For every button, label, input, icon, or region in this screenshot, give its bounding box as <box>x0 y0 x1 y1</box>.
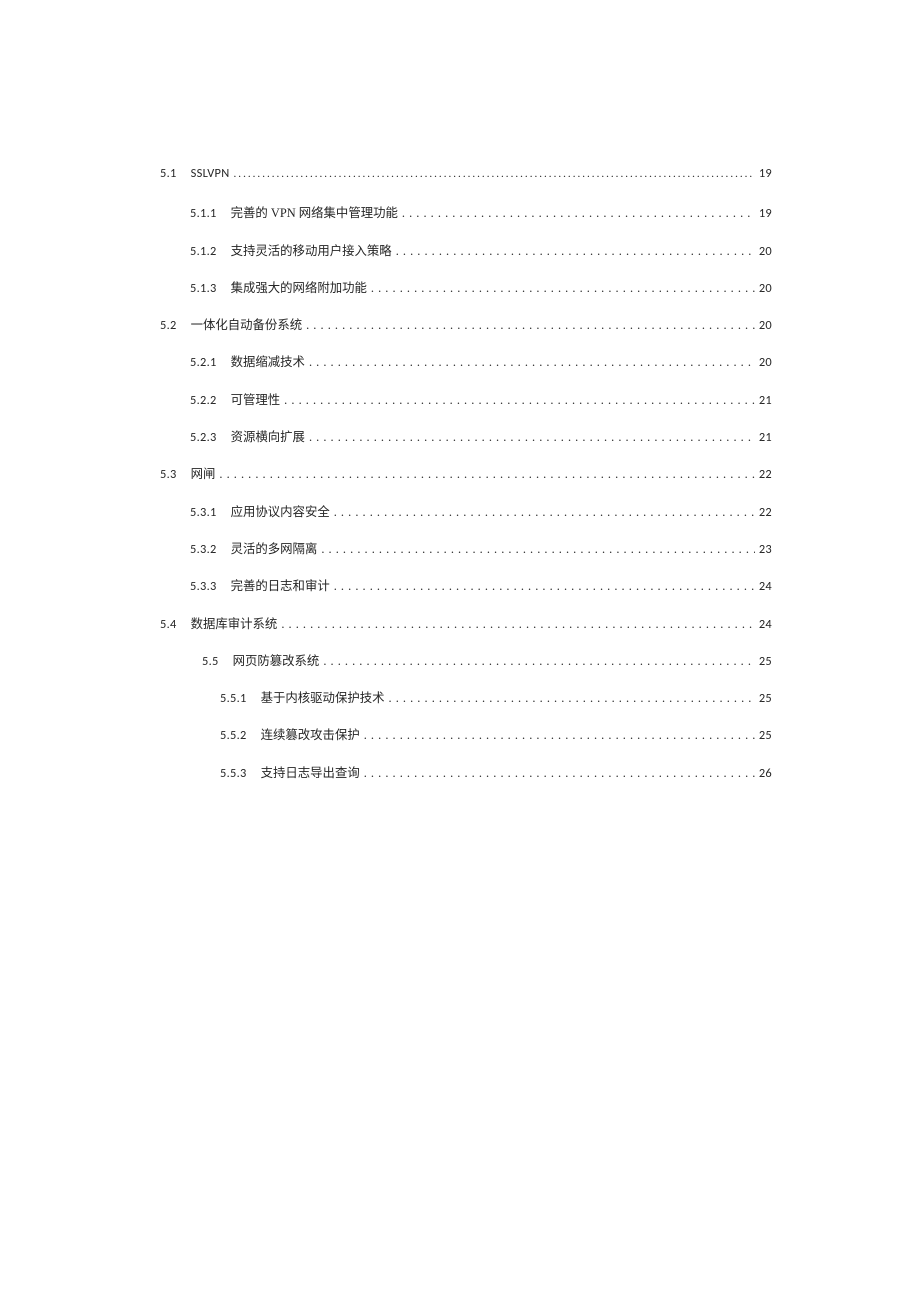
toc-page: 19 <box>759 206 772 221</box>
toc-page: 19 <box>759 166 772 181</box>
toc-title: 支持日志导出查询 <box>261 763 360 781</box>
toc-page: 20 <box>759 355 772 370</box>
toc-title: 网页防篡改系统 <box>233 651 320 669</box>
toc-entry-5-3[interactable]: 5.3 网闸 . . . . . . . . . . . . . . . . .… <box>160 464 772 501</box>
toc-page: 24 <box>759 579 772 594</box>
toc-entry-5-2[interactable]: 5.2 一体化自动备份系统 . . . . . . . . . . . . . … <box>160 315 772 352</box>
toc-entry-5-3-3[interactable]: 5.3.3 完善的日志和审计 . . . . . . . . . . . . .… <box>190 576 772 613</box>
toc-leader: . . . . . . . . . . . . . . . . . . . . … <box>364 728 755 743</box>
toc-entry-5-1-2[interactable]: 5.1.2 支持灵活的移动用户接入策略 . . . . . . . . . . … <box>190 241 772 278</box>
toc-leader: . . . . . . . . . . . . . . . . . . . . … <box>219 467 754 482</box>
toc-label: 5.3 <box>160 467 177 482</box>
toc-label: 5.3.3 <box>190 579 217 594</box>
toc-page: 21 <box>759 430 772 445</box>
toc-leader: ........................................… <box>234 167 755 180</box>
toc-leader: . . . . . . . . . . . . . . . . . . . . … <box>284 393 755 408</box>
toc-leader: . . . . . . . . . . . . . . . . . . . . … <box>281 617 755 632</box>
toc-page: 20 <box>759 318 772 333</box>
toc-page: 24 <box>759 617 772 632</box>
toc-title: 完善的日志和审计 <box>231 576 330 594</box>
toc-leader: . . . . . . . . . . . . . . . . . . . . … <box>323 654 755 669</box>
toc-leader: . . . . . . . . . . . . . . . . . . . . … <box>402 206 755 221</box>
toc-title: 连续篡改攻击保护 <box>261 725 360 743</box>
toc-label: 5.1.3 <box>190 281 217 296</box>
toc-title: 可管理性 <box>231 390 281 408</box>
toc-page: 25 <box>759 654 772 669</box>
toc-label: 5.1.1 <box>190 206 217 221</box>
toc-page: 23 <box>759 542 772 557</box>
toc-title: 数据库审计系统 <box>191 614 278 632</box>
toc-leader: . . . . . . . . . . . . . . . . . . . . … <box>306 318 755 333</box>
toc-title: 基于内核驱动保护技术 <box>261 688 385 706</box>
toc-page: 22 <box>759 505 772 520</box>
toc-leader: . . . . . . . . . . . . . . . . . . . . … <box>334 579 755 594</box>
toc-leader: . . . . . . . . . . . . . . . . . . . . … <box>321 542 754 557</box>
toc-title: 资源横向扩展 <box>231 427 305 445</box>
toc-leader: . . . . . . . . . . . . . . . . . . . . … <box>309 355 755 370</box>
toc-entry-5-2-1[interactable]: 5.2.1 数据缩减技术 . . . . . . . . . . . . . .… <box>190 352 772 389</box>
toc-title: SSLVPN <box>191 166 230 181</box>
toc-entry-5-5-2[interactable]: 5.5.2 连续篡改攻击保护 . . . . . . . . . . . . .… <box>220 725 772 762</box>
toc-page: 25 <box>759 691 772 706</box>
toc-label: 5.1.2 <box>190 244 217 259</box>
toc-label: 5.2.3 <box>190 430 217 445</box>
toc-label: 5.5 <box>202 654 219 669</box>
toc-label: 5.5.1 <box>220 691 247 706</box>
toc-label: 5.3.1 <box>190 505 217 520</box>
toc-entry-5-1-1[interactable]: 5.1.1 完善的 VPN 网络集中管理功能 . . . . . . . . .… <box>190 203 772 240</box>
toc-label: 5.5.3 <box>220 766 247 781</box>
toc-label: 5.2 <box>160 318 177 333</box>
toc-entry-5-1-3[interactable]: 5.1.3 集成强大的网络附加功能 . . . . . . . . . . . … <box>190 278 772 315</box>
toc-entry-5-2-2[interactable]: 5.2.2 可管理性 . . . . . . . . . . . . . . .… <box>190 390 772 427</box>
toc-leader: . . . . . . . . . . . . . . . . . . . . … <box>364 766 755 781</box>
toc-entry-5-3-2[interactable]: 5.3.2 灵活的多网隔离 . . . . . . . . . . . . . … <box>190 539 772 576</box>
toc-title: 网闸 <box>191 464 216 482</box>
toc-entry-5-5-3[interactable]: 5.5.3 支持日志导出查询 . . . . . . . . . . . . .… <box>220 763 772 800</box>
toc-title: 一体化自动备份系统 <box>191 315 303 333</box>
toc-page: 25 <box>759 728 772 743</box>
toc-leader: . . . . . . . . . . . . . . . . . . . . … <box>389 691 755 706</box>
toc-page: 22 <box>759 467 772 482</box>
toc-leader: . . . . . . . . . . . . . . . . . . . . … <box>309 430 755 445</box>
toc-entry-5-2-3[interactable]: 5.2.3 资源横向扩展 . . . . . . . . . . . . . .… <box>190 427 772 464</box>
toc-title: 应用协议内容安全 <box>231 502 330 520</box>
toc-page: 20 <box>759 281 772 296</box>
toc-leader: . . . . . . . . . . . . . . . . . . . . … <box>334 505 755 520</box>
toc-page: 20 <box>759 244 772 259</box>
toc-page: 21 <box>759 393 772 408</box>
toc-leader: . . . . . . . . . . . . . . . . . . . . … <box>371 281 755 296</box>
toc-page: 26 <box>759 766 772 781</box>
toc-title: 数据缩减技术 <box>231 352 305 370</box>
toc-leader: . . . . . . . . . . . . . . . . . . . . … <box>396 244 755 259</box>
toc-title: 集成强大的网络附加功能 <box>231 278 367 296</box>
toc-container: 5.1 SSLVPN .............................… <box>160 166 772 800</box>
toc-label: 5.2.2 <box>190 393 217 408</box>
toc-title: 支持灵活的移动用户接入策略 <box>231 241 392 259</box>
toc-title: 灵活的多网隔离 <box>231 539 318 557</box>
toc-label: 5.1 <box>160 166 177 181</box>
toc-entry-5-3-1[interactable]: 5.3.1 应用协议内容安全 . . . . . . . . . . . . .… <box>190 502 772 539</box>
toc-label: 5.5.2 <box>220 728 247 743</box>
toc-title: 完善的 VPN 网络集中管理功能 <box>231 203 398 221</box>
toc-label: 5.3.2 <box>190 542 217 557</box>
toc-label: 5.4 <box>160 617 177 632</box>
toc-entry-5-5[interactable]: 5.5 网页防篡改系统 . . . . . . . . . . . . . . … <box>202 651 772 688</box>
toc-entry-5-4[interactable]: 5.4 数据库审计系统 . . . . . . . . . . . . . . … <box>160 614 772 651</box>
toc-entry-5-5-1[interactable]: 5.5.1 基于内核驱动保护技术 . . . . . . . . . . . .… <box>220 688 772 725</box>
toc-entry-5-1[interactable]: 5.1 SSLVPN .............................… <box>160 166 772 203</box>
toc-label: 5.2.1 <box>190 355 217 370</box>
